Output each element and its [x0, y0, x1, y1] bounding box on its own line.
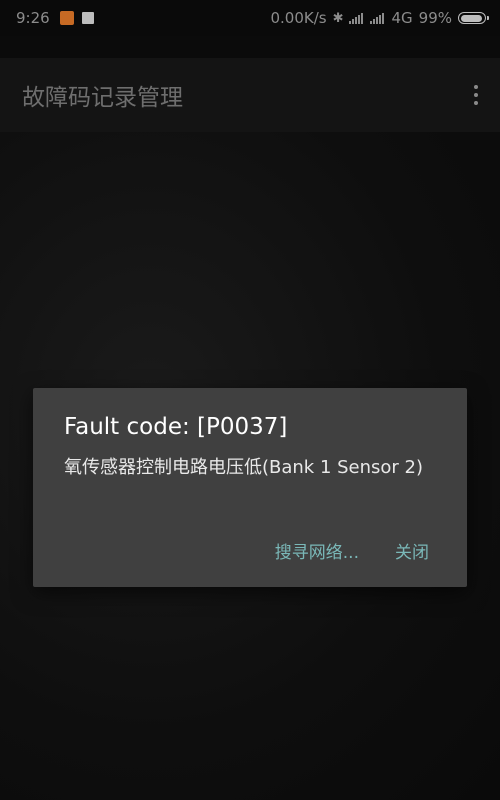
search-network-button[interactable]: 搜寻网络... [275, 538, 359, 563]
dialog-actions: 搜寻网络... 关闭 [275, 538, 429, 563]
app-bar: 故障码记录管理 [0, 58, 500, 132]
status-bar-right: 0.00K/s ✱ 4G 99% [264, 9, 489, 27]
bluetooth-icon: ✱ [332, 10, 344, 26]
dialog-message: 氧传感器控制电路电压低(Bank 1 Sensor 2) [64, 457, 424, 478]
network-type: 4G [391, 9, 413, 27]
status-bar-left: 9:26 [16, 9, 94, 27]
overflow-menu-icon[interactable] [472, 85, 480, 105]
notification-app-icon [59, 11, 74, 25]
close-button[interactable]: 关闭 [395, 538, 429, 563]
status-time: 9:26 [16, 9, 50, 27]
battery-icon [458, 12, 489, 24]
signal-strength-icon [349, 12, 364, 24]
dialog-title: Fault code: [P0037] [64, 414, 288, 440]
notification-square-icon [81, 12, 94, 24]
network-speed: 0.00K/s [270, 9, 327, 27]
battery-percent: 99% [418, 9, 452, 27]
app-title: 故障码记录管理 [22, 85, 183, 111]
status-bar: 9:26 0.00K/s ✱ 4G 99% [0, 0, 500, 36]
fault-code-dialog: Fault code: [P0037] 氧传感器控制电路电压低(Bank 1 S… [33, 388, 467, 587]
signal-strength-icon-2 [370, 12, 385, 24]
